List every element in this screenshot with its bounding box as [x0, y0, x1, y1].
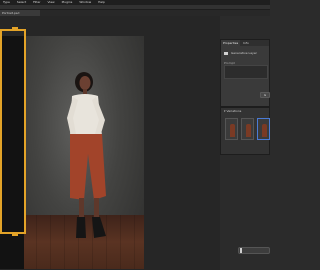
variation-thumbnail[interactable] [225, 118, 238, 140]
variations-title: ▾ Variations [224, 109, 241, 113]
prompt-input[interactable] [224, 65, 268, 79]
thumbnail-figure [246, 124, 251, 137]
thumbnail-figure [262, 124, 267, 137]
generate-button[interactable]: G [260, 92, 270, 98]
selection-marquee[interactable] [0, 27, 26, 236]
layer-label: Generative Layer [230, 51, 257, 55]
woman-figure [67, 72, 106, 238]
selection-handle-top[interactable] [12, 27, 18, 29]
layer-row: Generative Layer [224, 51, 257, 55]
variation-thumbnail[interactable] [257, 118, 270, 140]
panel-tabs: Properties Info [221, 40, 269, 46]
tab-properties[interactable]: Properties [221, 40, 241, 46]
horizontal-scrollbar[interactable] [238, 247, 270, 254]
photo-image[interactable] [22, 36, 144, 269]
variations-label: Variations [226, 109, 242, 113]
selection-handle-bottom[interactable] [12, 234, 18, 236]
scroll-thumb[interactable] [240, 248, 242, 253]
variations-panel: ▾ Variations [220, 107, 270, 155]
variation-thumbnail[interactable] [241, 118, 254, 140]
properties-panel: Properties Info Generative Layer Prompt … [220, 39, 270, 107]
canvas-area[interactable] [0, 16, 220, 270]
thumbnail-figure [230, 124, 235, 137]
tab-info[interactable]: Info [241, 40, 251, 46]
layer-icon [224, 51, 228, 55]
